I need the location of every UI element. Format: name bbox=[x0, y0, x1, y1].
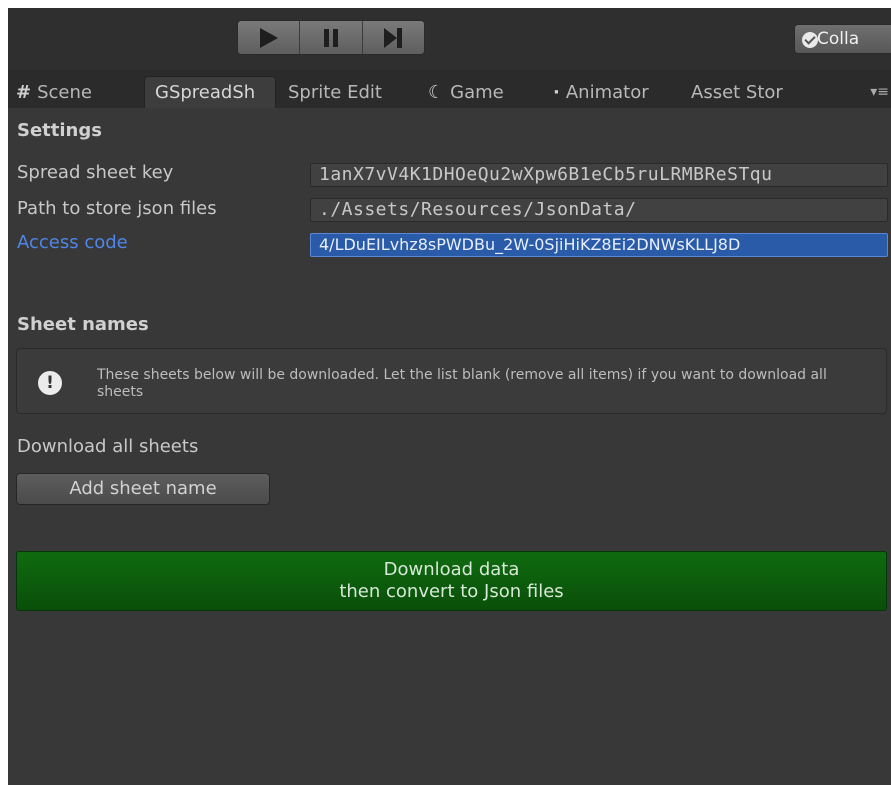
help-text: These sheets below will be downloaded. L… bbox=[97, 367, 827, 400]
tab-animator[interactable]: · Animator bbox=[553, 76, 677, 108]
tab-label: Asset Stor bbox=[691, 81, 783, 103]
download-all-label: Download all sheets bbox=[17, 436, 199, 457]
spreadsheet-key-label: Spread sheet key bbox=[17, 162, 174, 183]
collab-button[interactable]: Colla bbox=[794, 24, 891, 54]
tab-bar: # Scene GSpreadSh Sprite Edit ☾ Game · A… bbox=[8, 70, 891, 108]
json-path-label: Path to store json files bbox=[17, 198, 217, 219]
tab-label: GSpreadSh bbox=[155, 82, 256, 103]
help-box: ! These sheets below will be downloaded.… bbox=[16, 348, 887, 414]
access-code-field[interactable]: 4/LDuEILvhz8sPWDBu_2W-0SjiHiKZ8Ei2DNWsKL… bbox=[310, 233, 888, 257]
playback-controls bbox=[237, 20, 425, 55]
pacman-icon: ☾ bbox=[428, 81, 445, 103]
settings-heading: Settings bbox=[17, 120, 102, 141]
pause-icon bbox=[323, 28, 338, 47]
pause-button[interactable] bbox=[300, 21, 363, 54]
tab-asset-store[interactable]: Asset Stor bbox=[691, 76, 816, 108]
tab-menu-icon[interactable]: ▾≡ bbox=[870, 84, 889, 100]
download-line2: then convert to Json files bbox=[339, 581, 564, 602]
download-data-button[interactable]: Download data then convert to Json files bbox=[16, 551, 887, 611]
play-icon bbox=[259, 27, 278, 48]
toolbar: Colla bbox=[8, 8, 891, 70]
tab-sprite-editor[interactable]: Sprite Edit bbox=[288, 76, 406, 108]
access-code-label: Access code bbox=[17, 232, 128, 253]
download-line1: Download data bbox=[383, 559, 520, 580]
spreadsheet-key-field[interactable]: 1anX7vV4K1DHOeQu2wXpw6B1eCb5ruLRMBReSTqu bbox=[310, 163, 888, 187]
play-button[interactable] bbox=[238, 21, 301, 54]
collab-label: Colla bbox=[817, 29, 860, 49]
info-icon: ! bbox=[38, 371, 62, 395]
sheet-names-heading: Sheet names bbox=[17, 314, 149, 335]
tab-label: Sprite Edit bbox=[288, 81, 382, 103]
grid-icon: # bbox=[16, 81, 32, 103]
tab-game[interactable]: ☾ Game bbox=[428, 76, 548, 108]
editor-window: Colla # Scene GSpreadSh Sprite Edit ☾ Ga… bbox=[8, 8, 891, 785]
step-button[interactable] bbox=[363, 21, 424, 54]
json-path-field[interactable]: ./Assets/Resources/JsonData/ bbox=[310, 198, 888, 222]
add-sheet-name-button[interactable]: Add sheet name bbox=[16, 473, 270, 505]
tab-label: Game bbox=[450, 81, 504, 103]
animator-icon: · bbox=[553, 81, 560, 103]
tab-scene[interactable]: # Scene bbox=[16, 76, 134, 108]
tab-label: Scene bbox=[37, 81, 92, 103]
step-icon bbox=[384, 27, 403, 48]
check-icon bbox=[802, 32, 818, 48]
tab-label: Animator bbox=[565, 81, 649, 103]
tab-gspreadsheet[interactable]: GSpreadSh bbox=[144, 76, 276, 108]
